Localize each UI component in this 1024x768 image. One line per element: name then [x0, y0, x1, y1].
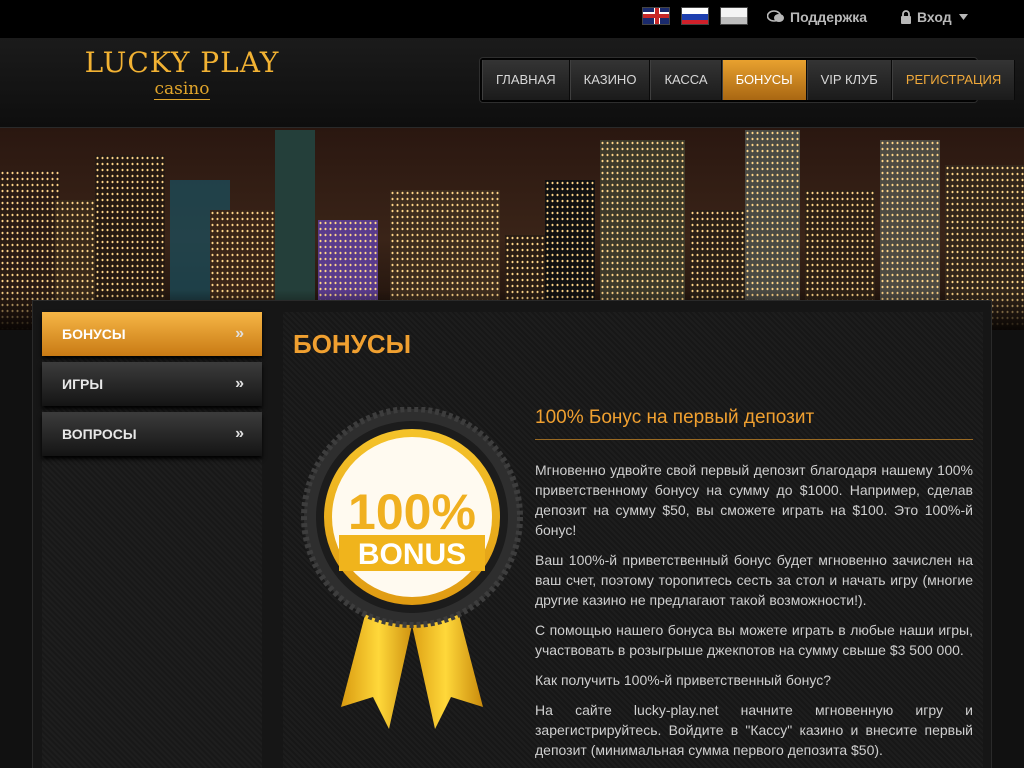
nav-item-casino[interactable]: КАЗИНО	[569, 60, 651, 100]
chat-icon	[767, 10, 784, 22]
header: LUCKY PLAY casino ГЛАВНАЯ КАЗИНО КАССА Б…	[0, 38, 1024, 128]
login-link[interactable]: Вход	[900, 9, 968, 25]
russian-flag-icon[interactable]	[681, 7, 709, 25]
sidebar-item-label: БОНУСЫ	[62, 326, 126, 342]
logo[interactable]: LUCKY PLAY casino	[74, 47, 290, 100]
chevron-down-icon	[958, 14, 968, 20]
top-bar: Поддержка Вход	[0, 0, 1024, 38]
logo-main-text: LUCKY PLAY	[84, 46, 280, 79]
sidebar-item-label: ИГРЫ	[62, 376, 104, 392]
page-title: БОНУСЫ	[293, 329, 412, 359]
support-label: Поддержка	[790, 9, 868, 25]
nav-item-registration[interactable]: РЕГИСТРАЦИЯ	[891, 60, 1016, 100]
main-container: БОНУСЫ » ИГРЫ » ВОПРОСЫ » БОНУСЫ 100% BO…	[32, 300, 992, 768]
bonus-article: 100% Бонус на первый депозит Мгновенно у…	[535, 407, 973, 768]
bonus-badge-rosette-icon	[301, 407, 523, 729]
sidebar-item-label: ВОПРОСЫ	[62, 426, 137, 442]
sidebar-item-bonuses[interactable]: БОНУСЫ »	[42, 312, 262, 356]
nav-item-vip-club[interactable]: VIP КЛУБ	[806, 60, 892, 100]
nav-item-home[interactable]: ГЛАВНАЯ	[482, 60, 570, 100]
article-paragraph: Мгновенно удвойте свой первый депозит бл…	[535, 462, 973, 538]
article-title: 100% Бонус на первый депозит	[535, 407, 973, 440]
english-flag-icon[interactable]	[642, 7, 670, 25]
double-chevron-right-icon: »	[235, 325, 244, 342]
lock-icon	[901, 10, 911, 24]
badge-percent-text: 100%	[348, 484, 476, 540]
support-link[interactable]: Поддержка	[767, 9, 867, 25]
sidebar-item-games[interactable]: ИГРЫ »	[42, 362, 262, 406]
sidebar-item-faq[interactable]: ВОПРОСЫ »	[42, 412, 262, 456]
sidebar: БОНУСЫ » ИГРЫ » ВОПРОСЫ »	[42, 312, 262, 768]
badge-bonus-text: BONUS	[357, 538, 467, 571]
article-paragraph: Как получить 100%-й приветственный бонус…	[535, 672, 831, 688]
article-paragraph: С помощью нашего бонуса вы можете играть…	[535, 622, 973, 658]
article-paragraph: На сайте lucky-play.net начните мгновенн…	[535, 702, 973, 758]
other-language-flag-icon[interactable]	[720, 7, 748, 25]
nav-item-bonuses[interactable]: БОНУСЫ	[721, 60, 807, 100]
login-label: Вход	[917, 9, 952, 25]
nav-item-cashier[interactable]: КАССА	[650, 60, 722, 100]
double-chevron-right-icon: »	[235, 425, 244, 442]
page: Поддержка Вход LUCKY PLAY casino ГЛАВНАЯ…	[0, 0, 1024, 768]
logo-sub-text: casino	[154, 79, 210, 100]
content-panel: БОНУСЫ 100% BONUS 100% Бонус на первый д…	[283, 312, 983, 768]
double-chevron-right-icon: »	[235, 375, 244, 392]
main-nav: ГЛАВНАЯ КАЗИНО КАССА БОНУСЫ VIP КЛУБ РЕГ…	[479, 57, 1016, 103]
article-paragraph: Ваш 100%-й приветственный бонус будет мг…	[535, 552, 973, 608]
